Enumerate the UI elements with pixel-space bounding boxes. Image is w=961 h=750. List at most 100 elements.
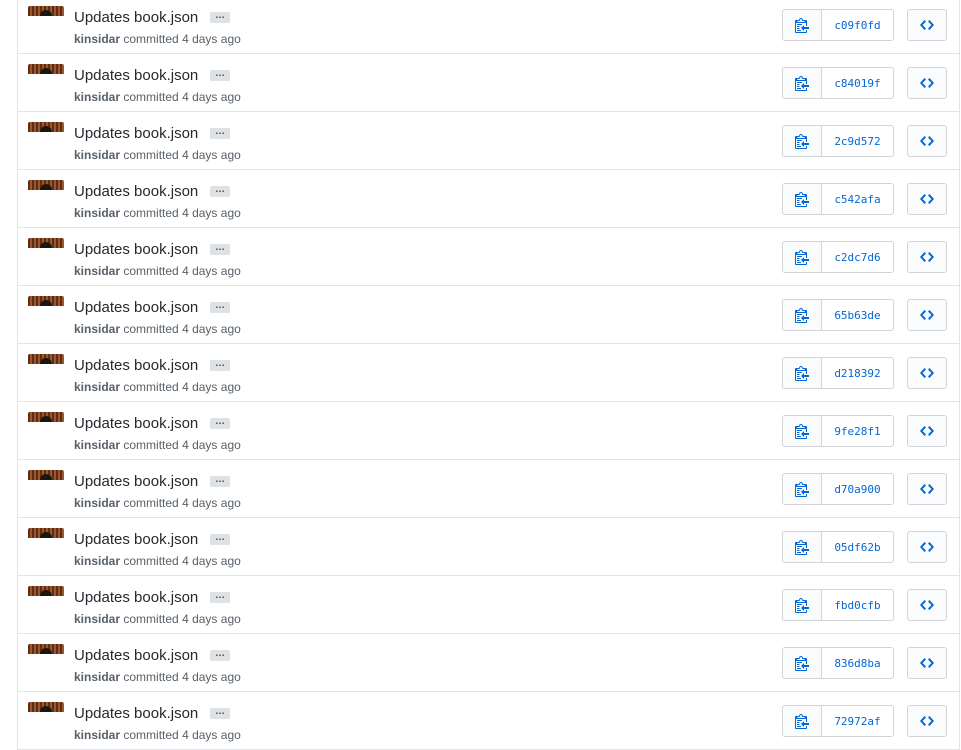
expand-message-button[interactable]: …: [210, 243, 230, 255]
commit-title-link[interactable]: Updates book.json: [74, 473, 198, 491]
commit-title-link[interactable]: Updates book.json: [74, 531, 198, 549]
expand-message-button[interactable]: …: [210, 11, 230, 23]
copy-sha-button[interactable]: [783, 590, 822, 620]
expand-message-button[interactable]: …: [210, 591, 230, 603]
browse-repo-button[interactable]: [907, 9, 947, 41]
browse-repo-button[interactable]: [907, 473, 947, 505]
clippy-icon: [795, 714, 809, 729]
copy-sha-button[interactable]: [783, 532, 822, 562]
browse-repo-button[interactable]: [907, 357, 947, 389]
commit-title-link[interactable]: Updates book.json: [74, 67, 198, 85]
commit-sha-link[interactable]: d70a900: [822, 474, 893, 504]
copy-sha-button[interactable]: [783, 416, 822, 446]
commit-title-link[interactable]: Updates book.json: [74, 415, 198, 433]
commit-title-link[interactable]: Updates book.json: [74, 9, 198, 27]
commit-sha-link[interactable]: c84019f: [822, 68, 893, 98]
expand-message-button[interactable]: …: [210, 475, 230, 487]
commit-row: Updates book.json … kinsidar committed 4…: [18, 460, 959, 518]
commit-meta: kinsidar committed 4 days ago: [74, 264, 241, 278]
commit-sha-link[interactable]: 9fe28f1: [822, 416, 893, 446]
copy-sha-button[interactable]: [783, 648, 822, 678]
copy-sha-button[interactable]: [783, 358, 822, 388]
commit-sha-link[interactable]: 72972af: [822, 706, 893, 736]
sha-button-group: c542afa: [782, 183, 894, 215]
author-avatar[interactable]: [28, 180, 64, 190]
commit-title-link[interactable]: Updates book.json: [74, 241, 198, 259]
browse-repo-button[interactable]: [907, 125, 947, 157]
expand-message-button[interactable]: …: [210, 533, 230, 545]
author-avatar[interactable]: [28, 586, 64, 596]
author-avatar[interactable]: [28, 122, 64, 132]
author-avatar[interactable]: [28, 528, 64, 538]
author-avatar[interactable]: [28, 412, 64, 422]
expand-message-button[interactable]: …: [210, 301, 230, 313]
author-avatar[interactable]: [28, 64, 64, 74]
commit-sha-link[interactable]: c542afa: [822, 184, 893, 214]
commit-sha-link[interactable]: 05df62b: [822, 532, 893, 562]
sha-button-group: fbd0cfb: [782, 589, 894, 621]
copy-sha-button[interactable]: [783, 10, 822, 40]
author-link[interactable]: kinsidar: [74, 90, 120, 104]
browse-repo-button[interactable]: [907, 183, 947, 215]
copy-sha-button[interactable]: [783, 300, 822, 330]
commit-title-link[interactable]: Updates book.json: [74, 647, 198, 665]
copy-sha-button[interactable]: [783, 474, 822, 504]
author-link[interactable]: kinsidar: [74, 32, 120, 46]
browse-repo-button[interactable]: [907, 531, 947, 563]
commit-title-link[interactable]: Updates book.json: [74, 125, 198, 143]
author-avatar[interactable]: [28, 470, 64, 480]
commit-title-link[interactable]: Updates book.json: [74, 299, 198, 317]
browse-repo-button[interactable]: [907, 705, 947, 737]
author-avatar[interactable]: [28, 6, 64, 16]
commit-sha-link[interactable]: d218392: [822, 358, 893, 388]
expand-message-button[interactable]: …: [210, 707, 230, 719]
commit-title-link[interactable]: Updates book.json: [74, 357, 198, 375]
commit-sha-link[interactable]: c2dc7d6: [822, 242, 893, 272]
author-link[interactable]: kinsidar: [74, 496, 120, 510]
author-avatar[interactable]: [28, 238, 64, 248]
copy-sha-button[interactable]: [783, 242, 822, 272]
author-link[interactable]: kinsidar: [74, 438, 120, 452]
expand-message-button[interactable]: …: [210, 69, 230, 81]
author-avatar[interactable]: [28, 644, 64, 654]
author-link[interactable]: kinsidar: [74, 670, 120, 684]
expand-message-button[interactable]: …: [210, 649, 230, 661]
author-link[interactable]: kinsidar: [74, 612, 120, 626]
author-avatar[interactable]: [28, 702, 64, 712]
browse-repo-button[interactable]: [907, 241, 947, 273]
author-link[interactable]: kinsidar: [74, 264, 120, 278]
browse-repo-button[interactable]: [907, 647, 947, 679]
committed-label: committed: [123, 206, 179, 220]
author-avatar[interactable]: [28, 354, 64, 364]
author-link[interactable]: kinsidar: [74, 322, 120, 336]
browse-repo-button[interactable]: [907, 415, 947, 447]
author-link[interactable]: kinsidar: [74, 554, 120, 568]
expand-message-button[interactable]: …: [210, 359, 230, 371]
commit-sha-link[interactable]: fbd0cfb: [822, 590, 893, 620]
expand-message-button[interactable]: …: [210, 127, 230, 139]
copy-sha-button[interactable]: [783, 184, 822, 214]
copy-sha-button[interactable]: [783, 68, 822, 98]
commit-title-link[interactable]: Updates book.json: [74, 589, 198, 607]
author-link[interactable]: kinsidar: [74, 380, 120, 394]
browse-repo-button[interactable]: [907, 589, 947, 621]
author-avatar[interactable]: [28, 296, 64, 306]
browse-repo-button[interactable]: [907, 299, 947, 331]
copy-sha-button[interactable]: [783, 126, 822, 156]
commit-time: 4 days ago: [182, 728, 241, 742]
expand-message-button[interactable]: …: [210, 185, 230, 197]
copy-sha-button[interactable]: [783, 706, 822, 736]
commit-sha-link[interactable]: c09f0fd: [822, 10, 893, 40]
author-link[interactable]: kinsidar: [74, 206, 120, 220]
commit-title-link[interactable]: Updates book.json: [74, 183, 198, 201]
commit-time: 4 days ago: [182, 496, 241, 510]
author-link[interactable]: kinsidar: [74, 728, 120, 742]
commit-sha-link[interactable]: 65b63de: [822, 300, 893, 330]
commit-sha-link[interactable]: 836d8ba: [822, 648, 893, 678]
commit-time: 4 days ago: [182, 264, 241, 278]
browse-repo-button[interactable]: [907, 67, 947, 99]
commit-sha-link[interactable]: 2c9d572: [822, 126, 893, 156]
commit-title-link[interactable]: Updates book.json: [74, 705, 198, 723]
expand-message-button[interactable]: …: [210, 417, 230, 429]
author-link[interactable]: kinsidar: [74, 148, 120, 162]
